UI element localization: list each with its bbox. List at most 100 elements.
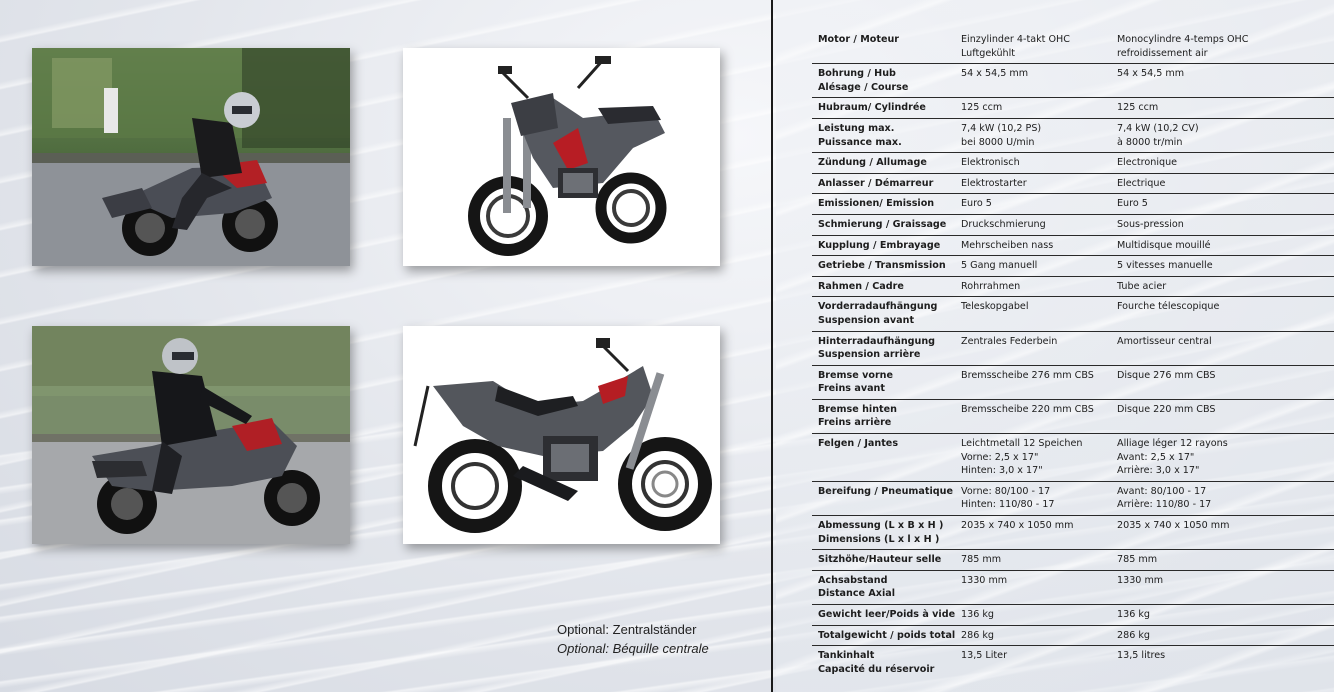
spec-row: Getriebe / Transmission 5 Gang manuell 5 v… bbox=[812, 256, 1334, 277]
spec-value-de: Elektronisch bbox=[961, 157, 1020, 169]
photo-rider-front-action bbox=[32, 48, 350, 266]
spec-row: Abmessung (L x B x H ) Dimensions (L x l… bbox=[812, 516, 1334, 551]
spec-label: Motor / Moteur bbox=[818, 34, 900, 45]
spec-value-de: Rohrrahmen bbox=[961, 280, 1021, 292]
spec-value-fr: Electronique bbox=[1117, 157, 1178, 169]
spec-value-fr: Electrique bbox=[1117, 177, 1166, 189]
spec-row: Felgen / Jantes Leichtmetall 12 Speichen … bbox=[812, 434, 1334, 482]
spec-value-fr: 1330 mm bbox=[1117, 574, 1164, 586]
spec-label: Bremse hinten Freins arrière bbox=[818, 403, 897, 429]
spec-value-de: Elektrostarter bbox=[961, 177, 1027, 189]
spec-row: Leistung max. Puissance max. 7,4 kW (10,2… bbox=[812, 119, 1334, 154]
optional-note-de: Optional: Zentralständer bbox=[557, 622, 697, 637]
spec-label: Zündung / Allumage bbox=[818, 157, 927, 169]
spec-label: Emissionen/ Emission bbox=[818, 198, 935, 210]
photo-bike-side-studio bbox=[403, 326, 720, 544]
optional-center-stand-note: Optional: Zentralständer Optional: Béqui… bbox=[557, 620, 709, 658]
spec-value-de: 125 ccm bbox=[961, 102, 1003, 114]
spec-row: Gewicht leer/Poids à vide 136 kg 136 kg bbox=[812, 605, 1334, 626]
photo-bike-front-studio bbox=[403, 48, 720, 266]
spec-value-fr: 286 kg bbox=[1117, 629, 1151, 641]
spec-row: Schmierung / Graissage Druckschmierung Sou… bbox=[812, 215, 1334, 236]
page-divider bbox=[771, 0, 773, 692]
spec-value-fr: Disque 276 mm CBS bbox=[1117, 369, 1216, 381]
spec-row: Bremse vorne Freins avant Bremsscheibe 27… bbox=[812, 366, 1334, 400]
spec-value-fr: 2035 x 740 x 1050 mm bbox=[1117, 520, 1230, 532]
spec-label: Felgen / Jantes bbox=[818, 438, 899, 450]
spec-table: Motor / Moteur Einzylinder 4-takt OHC Luf… bbox=[812, 30, 1334, 679]
spec-label: Schmierung / Graissage bbox=[818, 218, 947, 230]
spec-label: Hinterradaufhängung Suspension arrière bbox=[818, 335, 936, 361]
spec-label: Vorderradaufhängung Suspension avant bbox=[818, 301, 938, 326]
spec-label: Bohrung / Hub Alésage / Course bbox=[818, 68, 909, 93]
spec-value-fr: Disque 220 mm CBS bbox=[1117, 403, 1216, 415]
spec-label: Gewicht leer/Poids à vide bbox=[818, 609, 956, 620]
spec-value-fr: Avant: 80/100 - 17 Arrière: 110/80 - 17 bbox=[1117, 485, 1212, 511]
spec-value-de: Bremsscheibe 220 mm CBS bbox=[961, 403, 1094, 415]
spec-row: Kupplung / Embrayage Mehrscheiben nass Mul… bbox=[812, 236, 1334, 257]
spec-value-de: Druckschmierung bbox=[961, 218, 1046, 230]
spec-row: Hubraum/ Cylindrée 125 ccm 125 ccm bbox=[812, 98, 1334, 119]
spec-row: Bremse hinten Freins arrière Bremsscheibe… bbox=[812, 400, 1334, 435]
spec-label: Abmessung (L x B x H ) Dimensions (L x l… bbox=[818, 520, 944, 545]
spec-value-de: Bremsscheibe 276 mm CBS bbox=[961, 369, 1094, 381]
spec-row: Achsabstand Distance Axial 1330 mm 1330 m… bbox=[812, 571, 1334, 605]
spec-value-de: 2035 x 740 x 1050 mm bbox=[961, 520, 1074, 532]
spec-label: Hubraum/ Cylindrée bbox=[818, 102, 926, 114]
spec-label: Rahmen / Cadre bbox=[818, 280, 904, 292]
spec-label: Leistung max. Puissance max. bbox=[818, 122, 902, 148]
spec-row: Totalgewicht / poids total 286 kg 286 kg bbox=[812, 626, 1334, 647]
spec-row: Tankinhalt Capacité du réservoir 13,5 Lit… bbox=[812, 646, 1334, 679]
spec-label: Getriebe / Transmission bbox=[818, 260, 946, 272]
spec-label: Bremse vorne Freins avant bbox=[818, 369, 894, 395]
spec-value-de: Mehrscheiben nass bbox=[961, 239, 1054, 251]
spec-value-de: Euro 5 bbox=[961, 198, 992, 210]
spec-row: Emissionen/ Emission Euro 5 Euro 5 bbox=[812, 194, 1334, 215]
spec-label: Anlasser / Démarreur bbox=[818, 177, 934, 189]
spec-value-fr: 785 mm bbox=[1117, 554, 1158, 566]
spec-value-de: 286 kg bbox=[961, 629, 995, 641]
photo-rider-side-action bbox=[32, 326, 350, 544]
spec-label: Totalgewicht / poids total bbox=[818, 629, 956, 641]
spec-label: Tankinhalt Capacité du réservoir bbox=[818, 650, 935, 675]
spec-value-fr: Tube acier bbox=[1117, 280, 1167, 292]
spec-value-fr: 54 x 54,5 mm bbox=[1117, 68, 1185, 80]
spec-value-fr: Sous-pression bbox=[1117, 218, 1184, 230]
spec-value-fr: Euro 5 bbox=[1117, 198, 1148, 210]
spec-label: Sitzhöhe/Hauteur selle bbox=[818, 554, 942, 566]
spec-value-de: 5 Gang manuell bbox=[961, 260, 1038, 272]
spec-value-de: Einzylinder 4-takt OHC Luftgekühlt bbox=[961, 34, 1070, 59]
optional-note-fr: Optional: Béquille centrale bbox=[557, 641, 709, 656]
spec-value-de: Leichtmetall 12 Speichen Vorne: 2,5 x 17… bbox=[961, 438, 1083, 477]
spec-value-de: 136 kg bbox=[961, 609, 995, 620]
spec-value-fr: Alliage léger 12 rayons Avant: 2,5 x 17"… bbox=[1117, 438, 1228, 477]
spec-value-de: 1330 mm bbox=[961, 574, 1008, 586]
spec-value-de: 13,5 Liter bbox=[961, 650, 1008, 662]
spec-row: Rahmen / Cadre Rohrrahmen Tube acier bbox=[812, 277, 1334, 298]
spec-value-de: Zentrales Federbein bbox=[961, 335, 1058, 347]
spec-row: Bohrung / Hub Alésage / Course 54 x 54,5 … bbox=[812, 64, 1334, 99]
spec-label: Kupplung / Embrayage bbox=[818, 239, 941, 251]
spec-value-de: Vorne: 80/100 - 17 Hinten: 110/80 - 17 bbox=[961, 485, 1055, 511]
spec-label: Achsabstand Distance Axial bbox=[818, 574, 896, 600]
spec-value-fr: Monocylindre 4-temps OHC refroidissement… bbox=[1117, 34, 1249, 59]
spec-row: Sitzhöhe/Hauteur selle 785 mm 785 mm bbox=[812, 550, 1334, 571]
spec-row: Anlasser / Démarreur Elektrostarter Electr… bbox=[812, 174, 1334, 195]
spec-value-fr: 125 ccm bbox=[1117, 102, 1159, 114]
spec-value-fr: Fourche télescopique bbox=[1117, 301, 1220, 313]
spec-row: Hinterradaufhängung Suspension arrière Ze… bbox=[812, 332, 1334, 366]
spec-row: Vorderradaufhängung Suspension avant Tele… bbox=[812, 297, 1334, 332]
spec-value-de: 785 mm bbox=[961, 554, 1002, 566]
spec-row: Motor / Moteur Einzylinder 4-takt OHC Luf… bbox=[812, 30, 1334, 65]
spec-value-fr: Multidisque mouillé bbox=[1117, 239, 1211, 251]
spec-value-fr: 13,5 litres bbox=[1117, 650, 1166, 662]
spec-value-de: 54 x 54,5 mm bbox=[961, 68, 1029, 80]
spec-value-fr: 136 kg bbox=[1117, 609, 1151, 620]
spec-row: Zündung / Allumage Elektronisch Electroniq… bbox=[812, 153, 1334, 174]
spec-value-de: 7,4 kW (10,2 PS) bei 8000 U/min bbox=[961, 122, 1042, 148]
spec-value-fr: 7,4 kW (10,2 CV) à 8000 tr/min bbox=[1117, 122, 1199, 148]
spec-label: Bereifung / Pneumatique bbox=[818, 485, 953, 497]
spec-value-fr: 5 vitesses manuelle bbox=[1117, 260, 1213, 272]
spec-row: Bereifung / Pneumatique Vorne: 80/100 - 1… bbox=[812, 482, 1334, 517]
spec-value-fr: Amortisseur central bbox=[1117, 335, 1212, 347]
